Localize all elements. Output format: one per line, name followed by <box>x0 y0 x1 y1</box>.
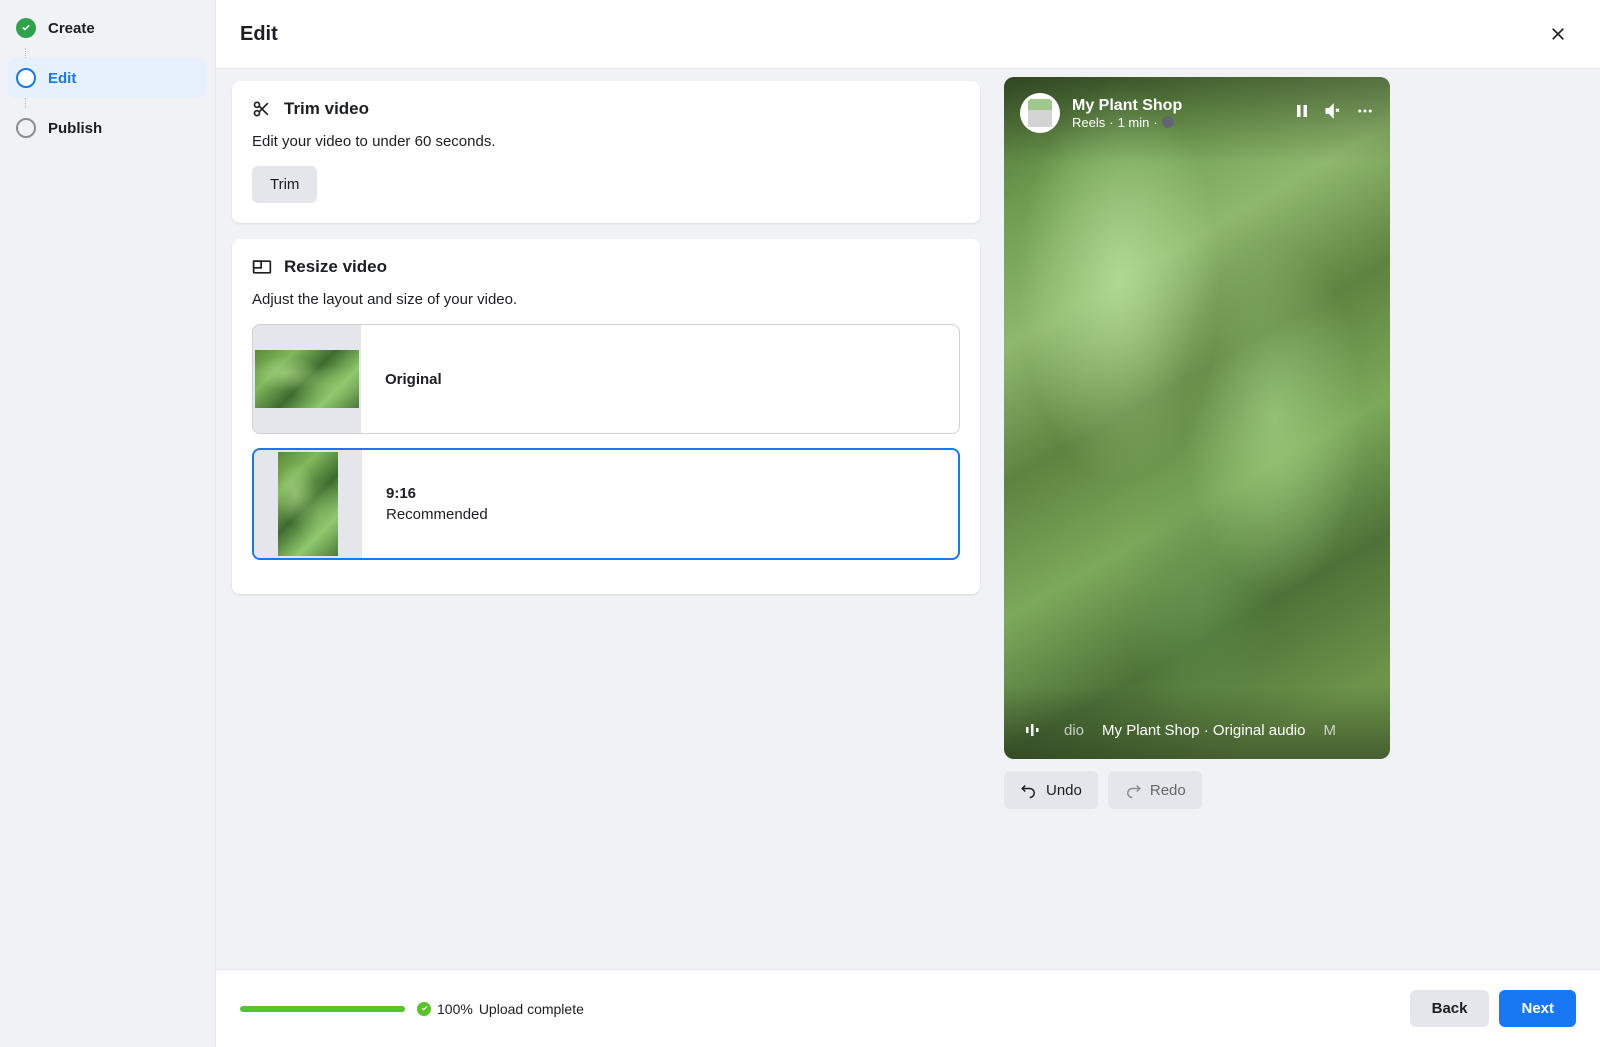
step-label: Publish <box>48 120 102 137</box>
option-sublabel: Recommended <box>386 506 488 523</box>
resize-option-916[interactable]: 9:16 Recommended <box>252 448 960 560</box>
header: Edit <box>216 0 1600 69</box>
card-title: Trim video <box>284 99 369 119</box>
trim-video-card: Trim video Edit your video to under 60 s… <box>232 81 980 223</box>
video-preview[interactable]: My Plant Shop Reels · 1 min · <box>1004 77 1390 759</box>
preview-page-name: My Plant Shop <box>1072 97 1282 115</box>
close-button[interactable] <box>1540 16 1576 52</box>
upload-label: Upload complete <box>479 1001 584 1017</box>
undo-button[interactable]: Undo <box>1004 771 1098 809</box>
redo-button[interactable]: Redo <box>1108 771 1202 809</box>
next-button[interactable]: Next <box>1499 990 1576 1027</box>
step-label: Create <box>48 20 95 37</box>
step-edit[interactable]: Edit <box>8 58 207 98</box>
resize-option-original[interactable]: Original <box>252 324 960 434</box>
sidebar: Create Edit Publish <box>0 0 216 1047</box>
pause-icon[interactable] <box>1294 103 1310 124</box>
audio-bars-icon <box>1020 717 1046 743</box>
thumbnail <box>254 450 362 558</box>
option-label: 9:16 <box>386 485 488 502</box>
back-button[interactable]: Back <box>1410 990 1490 1027</box>
avatar <box>1020 93 1060 133</box>
radio-current-icon <box>16 68 36 88</box>
card-title: Resize video <box>284 257 387 277</box>
upload-percent: 100% <box>437 1001 473 1017</box>
aspect-ratio-icon <box>252 257 272 277</box>
check-circle-icon <box>417 1002 431 1016</box>
audio-scroll-right: M <box>1323 722 1336 739</box>
progress-bar <box>240 1006 405 1012</box>
step-publish[interactable]: Publish <box>8 108 207 148</box>
thumbnail <box>253 325 361 433</box>
more-icon[interactable] <box>1356 102 1374 125</box>
trim-button[interactable]: Trim <box>252 166 317 203</box>
audio-scroll-left: dio <box>1064 722 1084 739</box>
globe-icon <box>1162 116 1174 128</box>
audio-label: My Plant Shop · Original audio <box>1102 722 1305 739</box>
step-create[interactable]: Create <box>8 8 207 48</box>
footer: 100% Upload complete Back Next <box>216 969 1600 1047</box>
step-label: Edit <box>48 70 76 87</box>
volume-mute-icon[interactable] <box>1324 102 1342 125</box>
upload-status: 100% Upload complete <box>240 1001 584 1017</box>
card-description: Edit your video to under 60 seconds. <box>252 133 960 150</box>
page-title: Edit <box>240 23 278 46</box>
option-label: Original <box>385 371 442 388</box>
scissors-icon <box>252 99 272 119</box>
card-description: Adjust the layout and size of your video… <box>252 291 960 308</box>
undo-icon <box>1020 781 1038 799</box>
check-circle-icon <box>16 18 36 38</box>
close-icon <box>1548 24 1568 44</box>
radio-pending-icon <box>16 118 36 138</box>
preview-meta: Reels · 1 min · <box>1072 115 1282 130</box>
resize-video-card: Resize video Adjust the layout and size … <box>232 239 980 594</box>
redo-icon <box>1124 781 1142 799</box>
